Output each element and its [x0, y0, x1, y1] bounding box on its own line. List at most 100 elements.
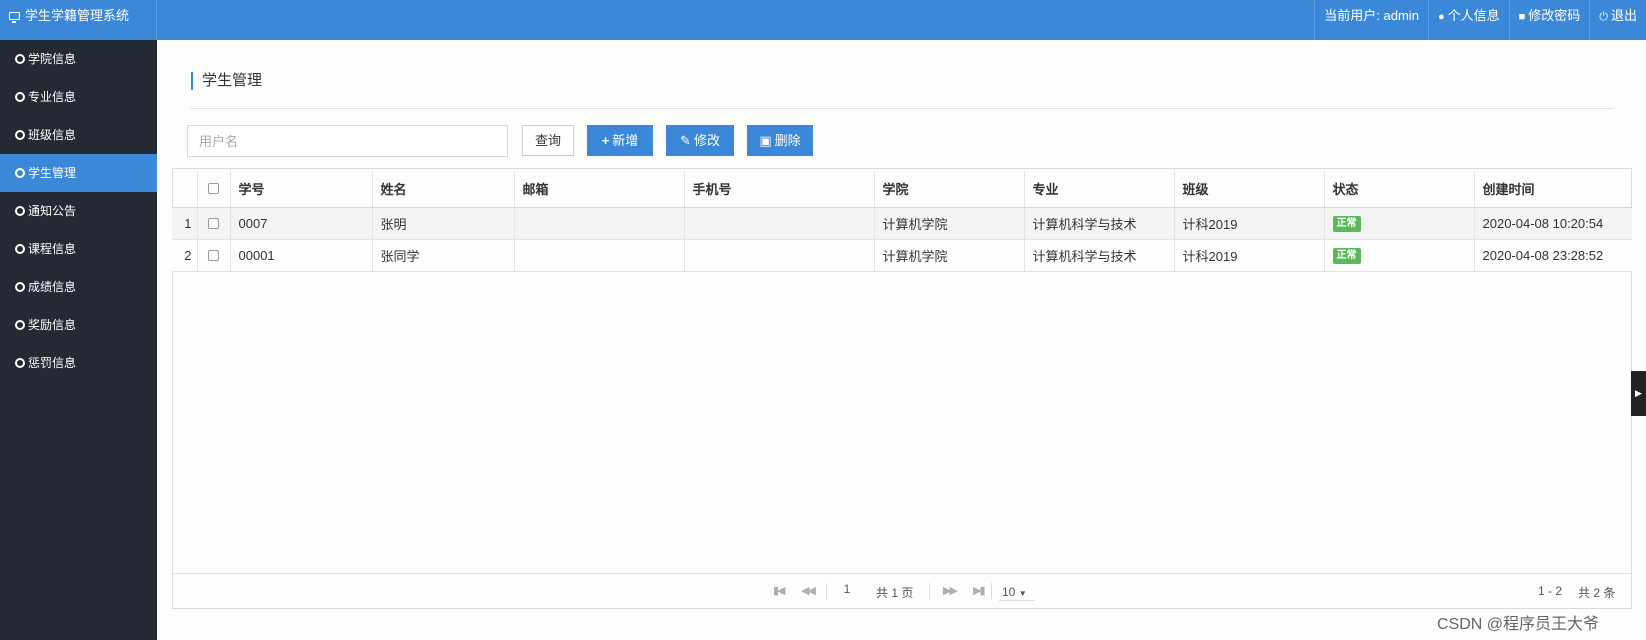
pagination-bar: ▮◀ ◀◀ 1 共 1 页 ▶▶ ▶▮ 10 ▼ 1 - 2 共 2 条	[173, 575, 1631, 609]
delete-button[interactable]: ▣ 删除	[747, 125, 813, 156]
circle-icon	[15, 54, 25, 64]
college-cell: 计算机学院	[874, 239, 1025, 272]
sidebar-item-rewards[interactable]: 奖励信息	[0, 306, 157, 344]
sidebar: 学院信息 专业信息 班级信息 学生管理 通知公告 课程信息 成绩信息 奖励信息 …	[0, 40, 157, 640]
page-title: 学生管理	[191, 72, 262, 90]
sidebar-item-class[interactable]: 班级信息	[0, 116, 157, 154]
column-header[interactable]: 邮箱	[514, 171, 685, 208]
delete-label: 删除	[774, 133, 801, 148]
table-header-row: 学号 姓名 邮箱 手机号 学院 专业 班级 状态 创建时间	[172, 171, 1632, 208]
row-checkbox[interactable]	[208, 249, 219, 261]
row-number: 2	[172, 239, 198, 272]
phone-cell	[684, 239, 875, 272]
column-header[interactable]: 班级	[1174, 171, 1325, 208]
next-page-icon[interactable]: ▶▶	[943, 584, 958, 597]
pager-separator	[991, 583, 992, 600]
sidebar-item-students[interactable]: 学生管理	[0, 154, 157, 192]
sidebar-item-major[interactable]: 专业信息	[0, 78, 157, 116]
top-nav: 当前用户: admin ● 个人信息 ■ 修改密码 ⏻ 退出	[1314, 0, 1646, 40]
class-cell: 计科2019	[1174, 207, 1325, 240]
last-page-icon[interactable]: ▶▮	[973, 584, 985, 597]
logout-label: 退出	[1610, 8, 1637, 23]
phone-cell	[684, 207, 875, 240]
monitor-icon	[9, 12, 20, 23]
current-user: 当前用户: admin	[1314, 0, 1428, 40]
sidebar-item-label: 班级信息	[28, 128, 77, 142]
chevron-right-icon: ▶	[1635, 388, 1642, 398]
select-all-checkbox[interactable]	[208, 183, 219, 195]
record-range: 1 - 2	[1538, 584, 1563, 598]
status-badge: 正常	[1332, 248, 1361, 264]
column-header[interactable]: 学院	[874, 171, 1025, 208]
sidebar-item-label: 惩罚信息	[28, 356, 77, 370]
column-header[interactable]: 姓名	[372, 171, 515, 208]
pager-separator	[826, 583, 827, 600]
edit-button[interactable]: ✎ 修改	[666, 125, 734, 156]
table-row[interactable]: 1 0007 张明 计算机学院 计算机科学与技术 计科2019 正常 2020-…	[172, 207, 1632, 240]
circle-icon	[15, 92, 25, 102]
student-id-cell: 0007	[230, 207, 373, 240]
edit-icon: ✎	[680, 133, 691, 148]
sidebar-item-label: 奖励信息	[28, 318, 77, 332]
profile-label: 个人信息	[1447, 8, 1500, 23]
app-brand[interactable]: 学生学籍管理系统	[0, 0, 157, 40]
sidebar-item-label: 学生管理	[28, 166, 77, 180]
status-cell: 正常	[1324, 207, 1475, 240]
status-badge: 正常	[1332, 216, 1361, 232]
column-header[interactable]: 专业	[1024, 171, 1175, 208]
panel-toggle-handle[interactable]: ▶	[1631, 371, 1646, 416]
sidebar-item-label: 成绩信息	[28, 280, 77, 294]
student-id-cell: 00001	[230, 239, 373, 272]
sidebar-item-courses[interactable]: 课程信息	[0, 230, 157, 268]
column-header[interactable]: 学号	[230, 171, 373, 208]
logout-link[interactable]: ⏻ 退出	[1589, 0, 1646, 40]
sidebar-item-penalties[interactable]: 惩罚信息	[0, 344, 157, 382]
table-row[interactable]: 2 00001 张同学 计算机学院 计算机科学与技术 计科2019 正常 202…	[172, 239, 1632, 272]
page-number-input[interactable]: 1	[833, 582, 861, 602]
sidebar-item-label: 通知公告	[28, 204, 77, 218]
app-title: 学生学籍管理系统	[25, 8, 130, 23]
circle-icon	[15, 358, 25, 368]
username-search-input[interactable]	[187, 125, 508, 157]
major-cell: 计算机科学与技术	[1024, 207, 1175, 240]
prev-page-icon[interactable]: ◀◀	[801, 584, 816, 597]
edit-label: 修改	[693, 133, 720, 148]
circle-icon	[15, 320, 25, 330]
circle-icon	[15, 244, 25, 254]
total-pages-label: 共 1 页	[876, 586, 914, 600]
row-checkbox[interactable]	[208, 217, 219, 229]
circle-icon	[15, 206, 25, 216]
sidebar-item-label: 课程信息	[28, 242, 77, 256]
first-page-icon[interactable]: ▮◀	[773, 584, 785, 597]
change-password-link[interactable]: ■ 修改密码	[1508, 0, 1590, 40]
plus-icon: +	[601, 133, 610, 148]
column-header[interactable]: 手机号	[684, 171, 875, 208]
change-password-label: 修改密码	[1528, 8, 1581, 23]
page-size-select[interactable]: 10 ▼	[999, 581, 1035, 601]
row-select-cell	[197, 207, 231, 240]
sidebar-item-label: 专业信息	[28, 90, 77, 104]
query-button[interactable]: 查询	[522, 125, 574, 156]
student-table: 学号 姓名 邮箱 手机号 学院 专业 班级 状态 创建时间 1 0007 张明 …	[172, 171, 1632, 272]
user-icon: ●	[1437, 11, 1445, 23]
profile-link[interactable]: ● 个人信息	[1427, 0, 1509, 40]
class-cell: 计科2019	[1174, 239, 1325, 272]
column-header[interactable]: 状态	[1324, 171, 1475, 208]
row-number: 1	[172, 207, 198, 240]
caret-down-icon: ▼	[1018, 589, 1027, 598]
created-time-cell: 2020-04-08 10:20:54	[1474, 207, 1632, 240]
student-table-panel: 学号 姓名 邮箱 手机号 学院 专业 班级 状态 创建时间 1 0007 张明 …	[172, 168, 1632, 609]
college-cell: 计算机学院	[874, 207, 1025, 240]
add-label: 新增	[612, 133, 639, 148]
pager-separator	[929, 583, 930, 600]
row-number-header	[172, 171, 198, 208]
circle-icon	[15, 168, 25, 178]
select-all-header	[197, 171, 231, 208]
sidebar-item-notices[interactable]: 通知公告	[0, 192, 157, 230]
add-button[interactable]: + 新增	[587, 125, 653, 156]
column-header[interactable]: 创建时间	[1474, 171, 1632, 208]
top-bar: 学生学籍管理系统 当前用户: admin ● 个人信息 ■ 修改密码 ⏻ 退出	[0, 0, 1646, 40]
sidebar-item-college[interactable]: 学院信息	[0, 40, 157, 78]
sidebar-item-grades[interactable]: 成绩信息	[0, 268, 157, 306]
email-cell	[514, 207, 685, 240]
